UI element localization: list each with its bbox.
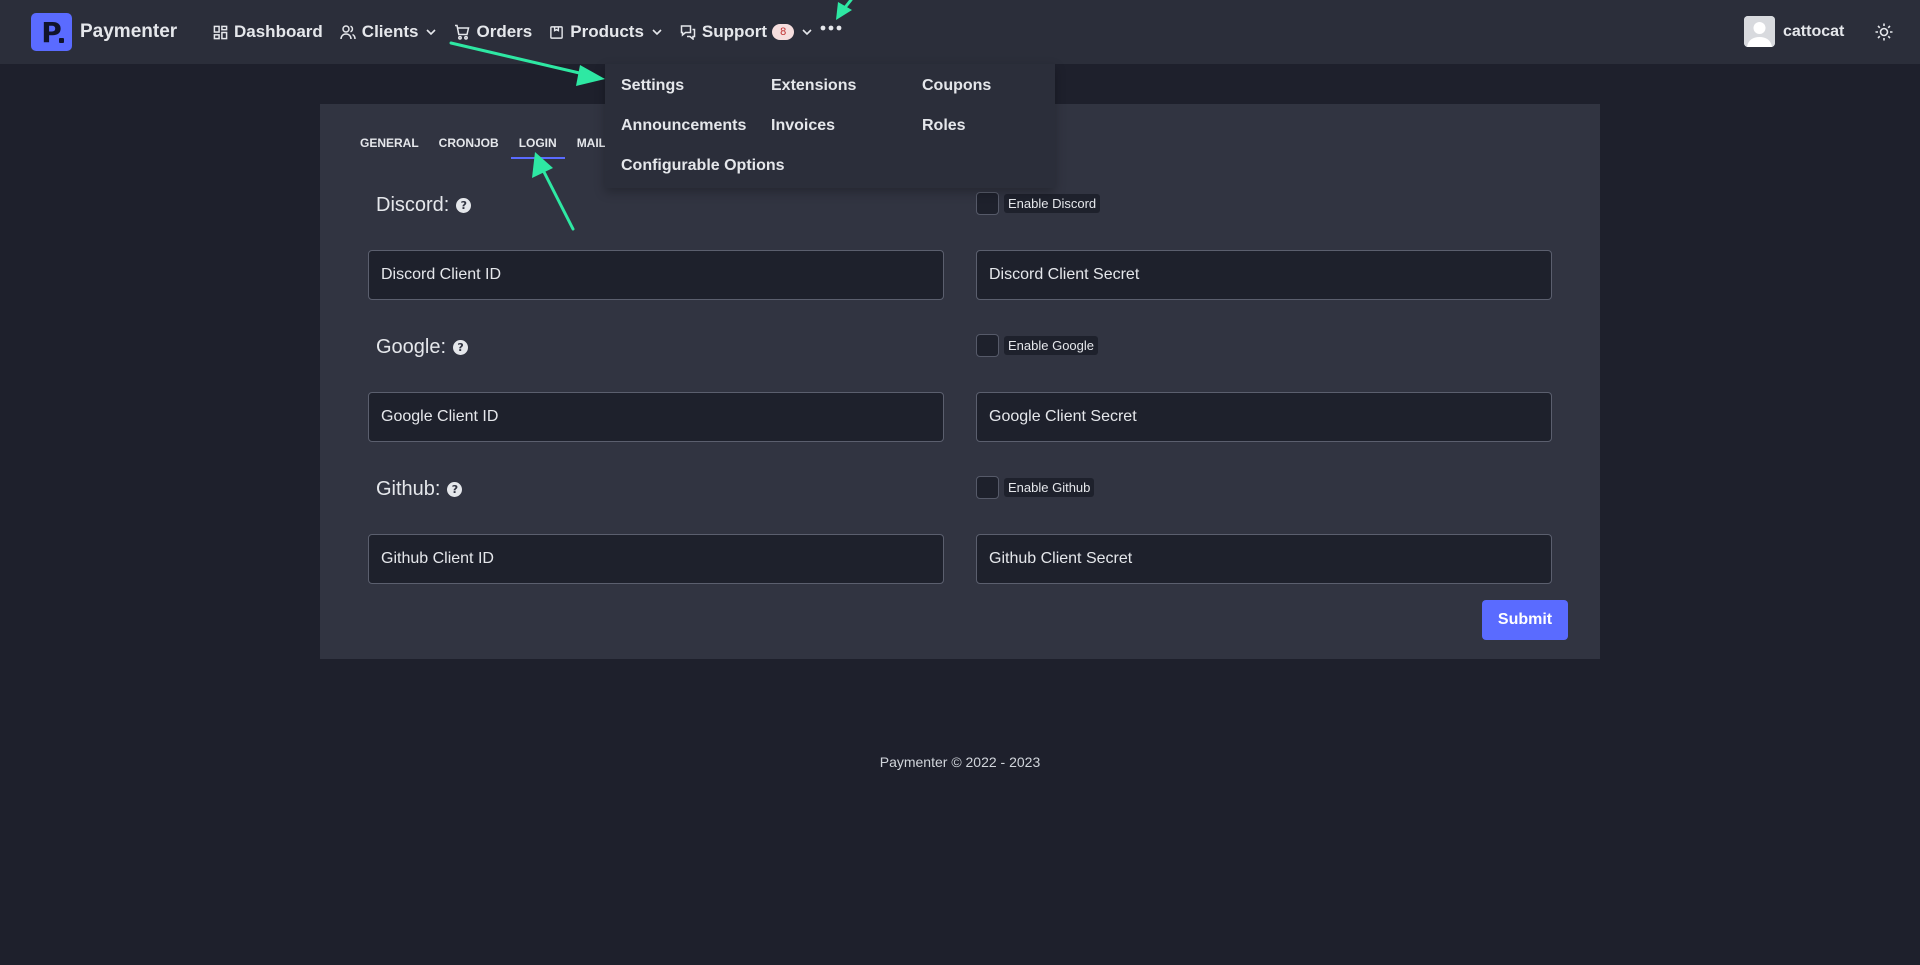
help-icon[interactable]: ? [453,340,469,355]
sun-icon [1875,23,1893,41]
chevron-down-icon [652,29,662,36]
google-section-title: Google: ? [376,336,469,359]
enable-google-checkbox[interactable] [976,334,999,357]
main-nav: Dashboard Clients Orders Products Suppor… [213,18,830,46]
support-count-badge: 8 [772,24,795,40]
nav-clients-label: Clients [361,22,419,41]
github-title-label: Github: [376,478,441,500]
nav-orders[interactable]: Orders [454,22,532,42]
discord-client-id-input[interactable] [368,250,944,300]
users-icon [340,25,356,40]
google-client-secret-input[interactable] [976,392,1552,442]
enable-github-checkbox[interactable] [976,476,999,499]
nav-dashboard[interactable]: Dashboard [213,22,323,42]
dashboard-icon [213,25,228,39]
logo-letter: P [41,15,62,49]
nav-products-label: Products [570,22,644,41]
more-menu-button[interactable] [819,16,843,40]
discord-title-label: Discord: [376,194,450,216]
help-icon[interactable]: ? [447,482,463,497]
settings-tabs: GENERAL CRONJOB LOGIN MAIL [360,136,626,159]
menu-item-announcements[interactable]: Announcements [621,117,746,135]
tab-cronjob[interactable]: CRONJOB [439,136,499,159]
enable-discord-checkbox[interactable] [976,192,999,215]
nav-dashboard-label: Dashboard [234,22,323,41]
enable-discord-row: Enable Discord [976,192,1101,215]
brand-name[interactable]: Paymenter [80,21,177,43]
paymenter-logo[interactable]: P [31,13,72,51]
github-section-title: Github: ? [376,478,463,501]
help-icon[interactable]: ? [456,198,472,213]
menu-item-extensions[interactable]: Extensions [771,77,856,95]
nav-support-label: Support [701,22,768,41]
user-avatar[interactable] [1744,16,1775,47]
google-client-id-input[interactable] [368,392,944,442]
username[interactable]: cattocat [1783,23,1844,41]
nav-clients[interactable]: Clients [340,22,438,42]
enable-github-row: Enable Github [976,476,1095,499]
enable-google-label: Enable Google [1004,336,1099,355]
top-navbar: P Paymenter Dashboard Clients Orders Pro… [0,0,1920,64]
chevron-down-icon [426,29,437,36]
menu-item-roles[interactable]: Roles [922,117,966,135]
chat-icon [680,25,696,40]
footer-copyright: Paymenter © 2022 - 2023 [879,754,1041,770]
more-dots-icon [820,25,842,31]
nav-support[interactable]: Support 8 [680,22,813,42]
nav-products[interactable]: Products [549,22,663,42]
more-dropdown-menu: Settings Extensions Coupons Announcement… [605,64,1055,188]
cart-icon [455,24,470,40]
github-client-secret-input[interactable] [976,534,1552,584]
chevron-down-icon [802,29,812,36]
tab-login[interactable]: LOGIN [510,136,565,159]
enable-discord-label: Enable Discord [1004,194,1101,213]
submit-button[interactable]: Submit [1482,600,1568,640]
menu-item-invoices[interactable]: Invoices [771,117,835,135]
enable-google-row: Enable Google [976,334,1099,357]
nav-orders-label: Orders [476,22,533,41]
menu-item-coupons[interactable]: Coupons [922,77,991,95]
box-icon [550,25,564,39]
tab-mail[interactable]: MAIL [577,136,606,159]
discord-client-secret-input[interactable] [976,250,1552,300]
discord-section-title: Discord: ? [376,194,472,217]
menu-item-configurable-options[interactable]: Configurable Options [621,157,785,175]
github-client-id-input[interactable] [368,534,944,584]
enable-github-label: Enable Github [1004,478,1095,497]
user-avatar-icon [1744,16,1775,47]
theme-toggle-button[interactable] [1874,22,1894,42]
tab-general[interactable]: GENERAL [360,136,419,159]
google-title-label: Google: [376,336,447,358]
menu-item-settings[interactable]: Settings [621,77,684,95]
